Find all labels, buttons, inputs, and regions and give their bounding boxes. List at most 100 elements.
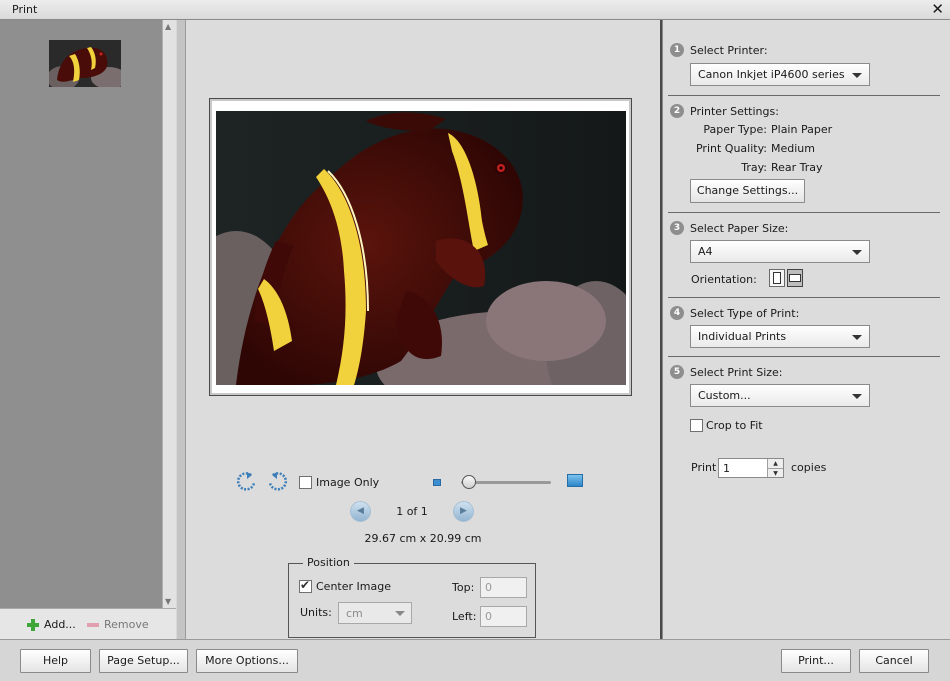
center-image-checkbox[interactable] <box>299 578 312 593</box>
close-icon[interactable]: ✕ <box>931 1 944 18</box>
tray-value: Rear Tray <box>771 161 823 174</box>
title-bar: Print ✕ <box>0 0 950 20</box>
print-type-dropdown[interactable]: Individual Prints <box>690 325 870 348</box>
chevron-down-icon <box>395 611 405 616</box>
print-size-value: Custom... <box>698 389 751 402</box>
top-field[interactable]: 0 <box>480 577 527 598</box>
step-number-icon: 4 <box>670 306 684 320</box>
add-label: Add... <box>44 618 76 631</box>
section-divider <box>668 356 940 357</box>
printer-value: Canon Inkjet iP4600 series <box>698 68 845 81</box>
paper-preview <box>209 98 632 396</box>
image-only-checkbox[interactable] <box>299 476 312 489</box>
step-number-icon: 1 <box>670 43 684 57</box>
dialog-footer: Help Page Setup... More Options... Print… <box>0 639 950 681</box>
print-dimensions: 29.67 cm x 20.99 cm <box>364 532 482 545</box>
page-counter: 1 of 1 <box>396 505 428 518</box>
paper-type-label: Paper Type: <box>703 123 767 136</box>
chevron-down-icon <box>852 394 862 399</box>
scroll-down-icon[interactable]: ▼ <box>165 597 171 606</box>
page-setup-button[interactable]: Page Setup... <box>99 649 188 673</box>
zoom-out-image-icon <box>433 479 441 486</box>
left-label: Left: <box>452 610 477 623</box>
step-label: Select Print Size: <box>690 365 783 379</box>
left-field[interactable]: 0 <box>480 606 527 627</box>
remove-photo-button[interactable]: Remove <box>87 618 149 631</box>
step-label: Printer Settings: <box>690 104 779 118</box>
step-number-icon: 5 <box>670 365 684 379</box>
paper-size-value: A4 <box>698 245 713 258</box>
printer-dropdown[interactable]: Canon Inkjet iP4600 series <box>690 63 870 86</box>
crop-to-fit-checkbox[interactable] <box>690 419 703 432</box>
step-number-icon: 2 <box>670 104 684 118</box>
panel-splitter[interactable] <box>177 20 186 639</box>
units-label: Units: <box>300 606 332 619</box>
previous-page-icon[interactable]: ◀ <box>350 501 371 522</box>
position-group: Position Center Image Units: cm Top: 0 L… <box>288 556 536 638</box>
step-printer-settings: 2 Printer Settings: <box>670 104 779 118</box>
photo-preview[interactable] <box>216 111 626 385</box>
orientation-label: Orientation: <box>691 273 757 286</box>
print-size-dropdown[interactable]: Custom... <box>690 384 870 407</box>
minus-icon <box>87 622 99 627</box>
rotate-left-icon[interactable] <box>236 471 258 493</box>
page-navigator: ◀ 1 of 1 ▶ <box>350 500 474 524</box>
thumbnail-footer: Add... Remove <box>0 608 176 639</box>
thumbnail-scrollbar[interactable]: ▲ ▼ <box>162 20 176 608</box>
rotate-right-icon[interactable] <box>266 471 288 493</box>
settings-panel: 1 Select Printer: Canon Inkjet iP4600 se… <box>662 20 950 639</box>
chevron-down-icon <box>852 335 862 340</box>
crop-to-fit-label: Crop to Fit <box>706 419 763 432</box>
add-photo-button[interactable]: Add... <box>27 618 76 631</box>
print-quality-value: Medium <box>771 142 815 155</box>
step-label: Select Paper Size: <box>690 221 789 235</box>
landscape-orientation-icon[interactable] <box>787 269 803 287</box>
position-legend: Position <box>303 556 354 569</box>
print-copies-label: Print <box>691 461 717 474</box>
window-title: Print <box>12 3 38 16</box>
zoom-in-image-icon <box>567 474 583 487</box>
top-label: Top: <box>452 581 475 594</box>
scroll-up-icon[interactable]: ▲ <box>165 22 171 31</box>
cancel-button[interactable]: Cancel <box>859 649 929 673</box>
print-quality-label: Print Quality: <box>695 142 767 155</box>
image-only-label: Image Only <box>316 476 380 489</box>
print-type-value: Individual Prints <box>698 330 787 343</box>
tray-label: Tray: <box>741 161 767 174</box>
preview-area: Image Only ◀ 1 of 1 ▶ 29.67 cm x 20.99 c… <box>186 20 660 639</box>
step-label: Select Printer: <box>690 43 768 57</box>
step-paper-size: 3 Select Paper Size: <box>670 221 788 235</box>
decrement-icon[interactable]: ▼ <box>768 468 783 477</box>
copies-stepper[interactable]: 1 ▲ ▼ <box>718 458 784 478</box>
step-select-printer: 1 Select Printer: <box>670 43 768 57</box>
section-divider <box>668 297 940 298</box>
units-value: cm <box>346 607 363 620</box>
section-divider <box>668 212 940 213</box>
units-dropdown[interactable]: cm <box>338 602 412 624</box>
change-settings-button[interactable]: Change Settings... <box>690 179 805 203</box>
remove-label: Remove <box>104 618 149 631</box>
copies-value[interactable]: 1 <box>723 462 730 475</box>
chevron-down-icon <box>852 250 862 255</box>
next-page-icon[interactable]: ▶ <box>453 501 474 522</box>
step-number-icon: 3 <box>670 221 684 235</box>
thumbnail-panel: ▲ ▼ Add... Remove <box>0 20 176 639</box>
section-divider <box>668 95 940 96</box>
more-options-button[interactable]: More Options... <box>196 649 298 673</box>
portrait-orientation-icon[interactable] <box>769 269 785 287</box>
paper-size-dropdown[interactable]: A4 <box>690 240 870 263</box>
copies-label: copies <box>791 461 827 474</box>
print-button[interactable]: Print... <box>781 649 851 673</box>
step-print-size: 5 Select Print Size: <box>670 365 783 379</box>
center-image-label: Center Image <box>316 580 391 593</box>
help-button[interactable]: Help <box>20 649 91 673</box>
preview-controls: Image Only <box>236 471 596 495</box>
photo-thumbnail[interactable] <box>49 40 121 87</box>
zoom-slider-handle[interactable] <box>461 475 476 489</box>
step-type-of-print: 4 Select Type of Print: <box>670 306 799 320</box>
plus-icon <box>27 618 39 631</box>
paper-type-value: Plain Paper <box>771 123 833 136</box>
paper-sheet <box>212 101 629 393</box>
increment-icon[interactable]: ▲ <box>768 459 783 468</box>
step-label: Select Type of Print: <box>690 306 800 320</box>
